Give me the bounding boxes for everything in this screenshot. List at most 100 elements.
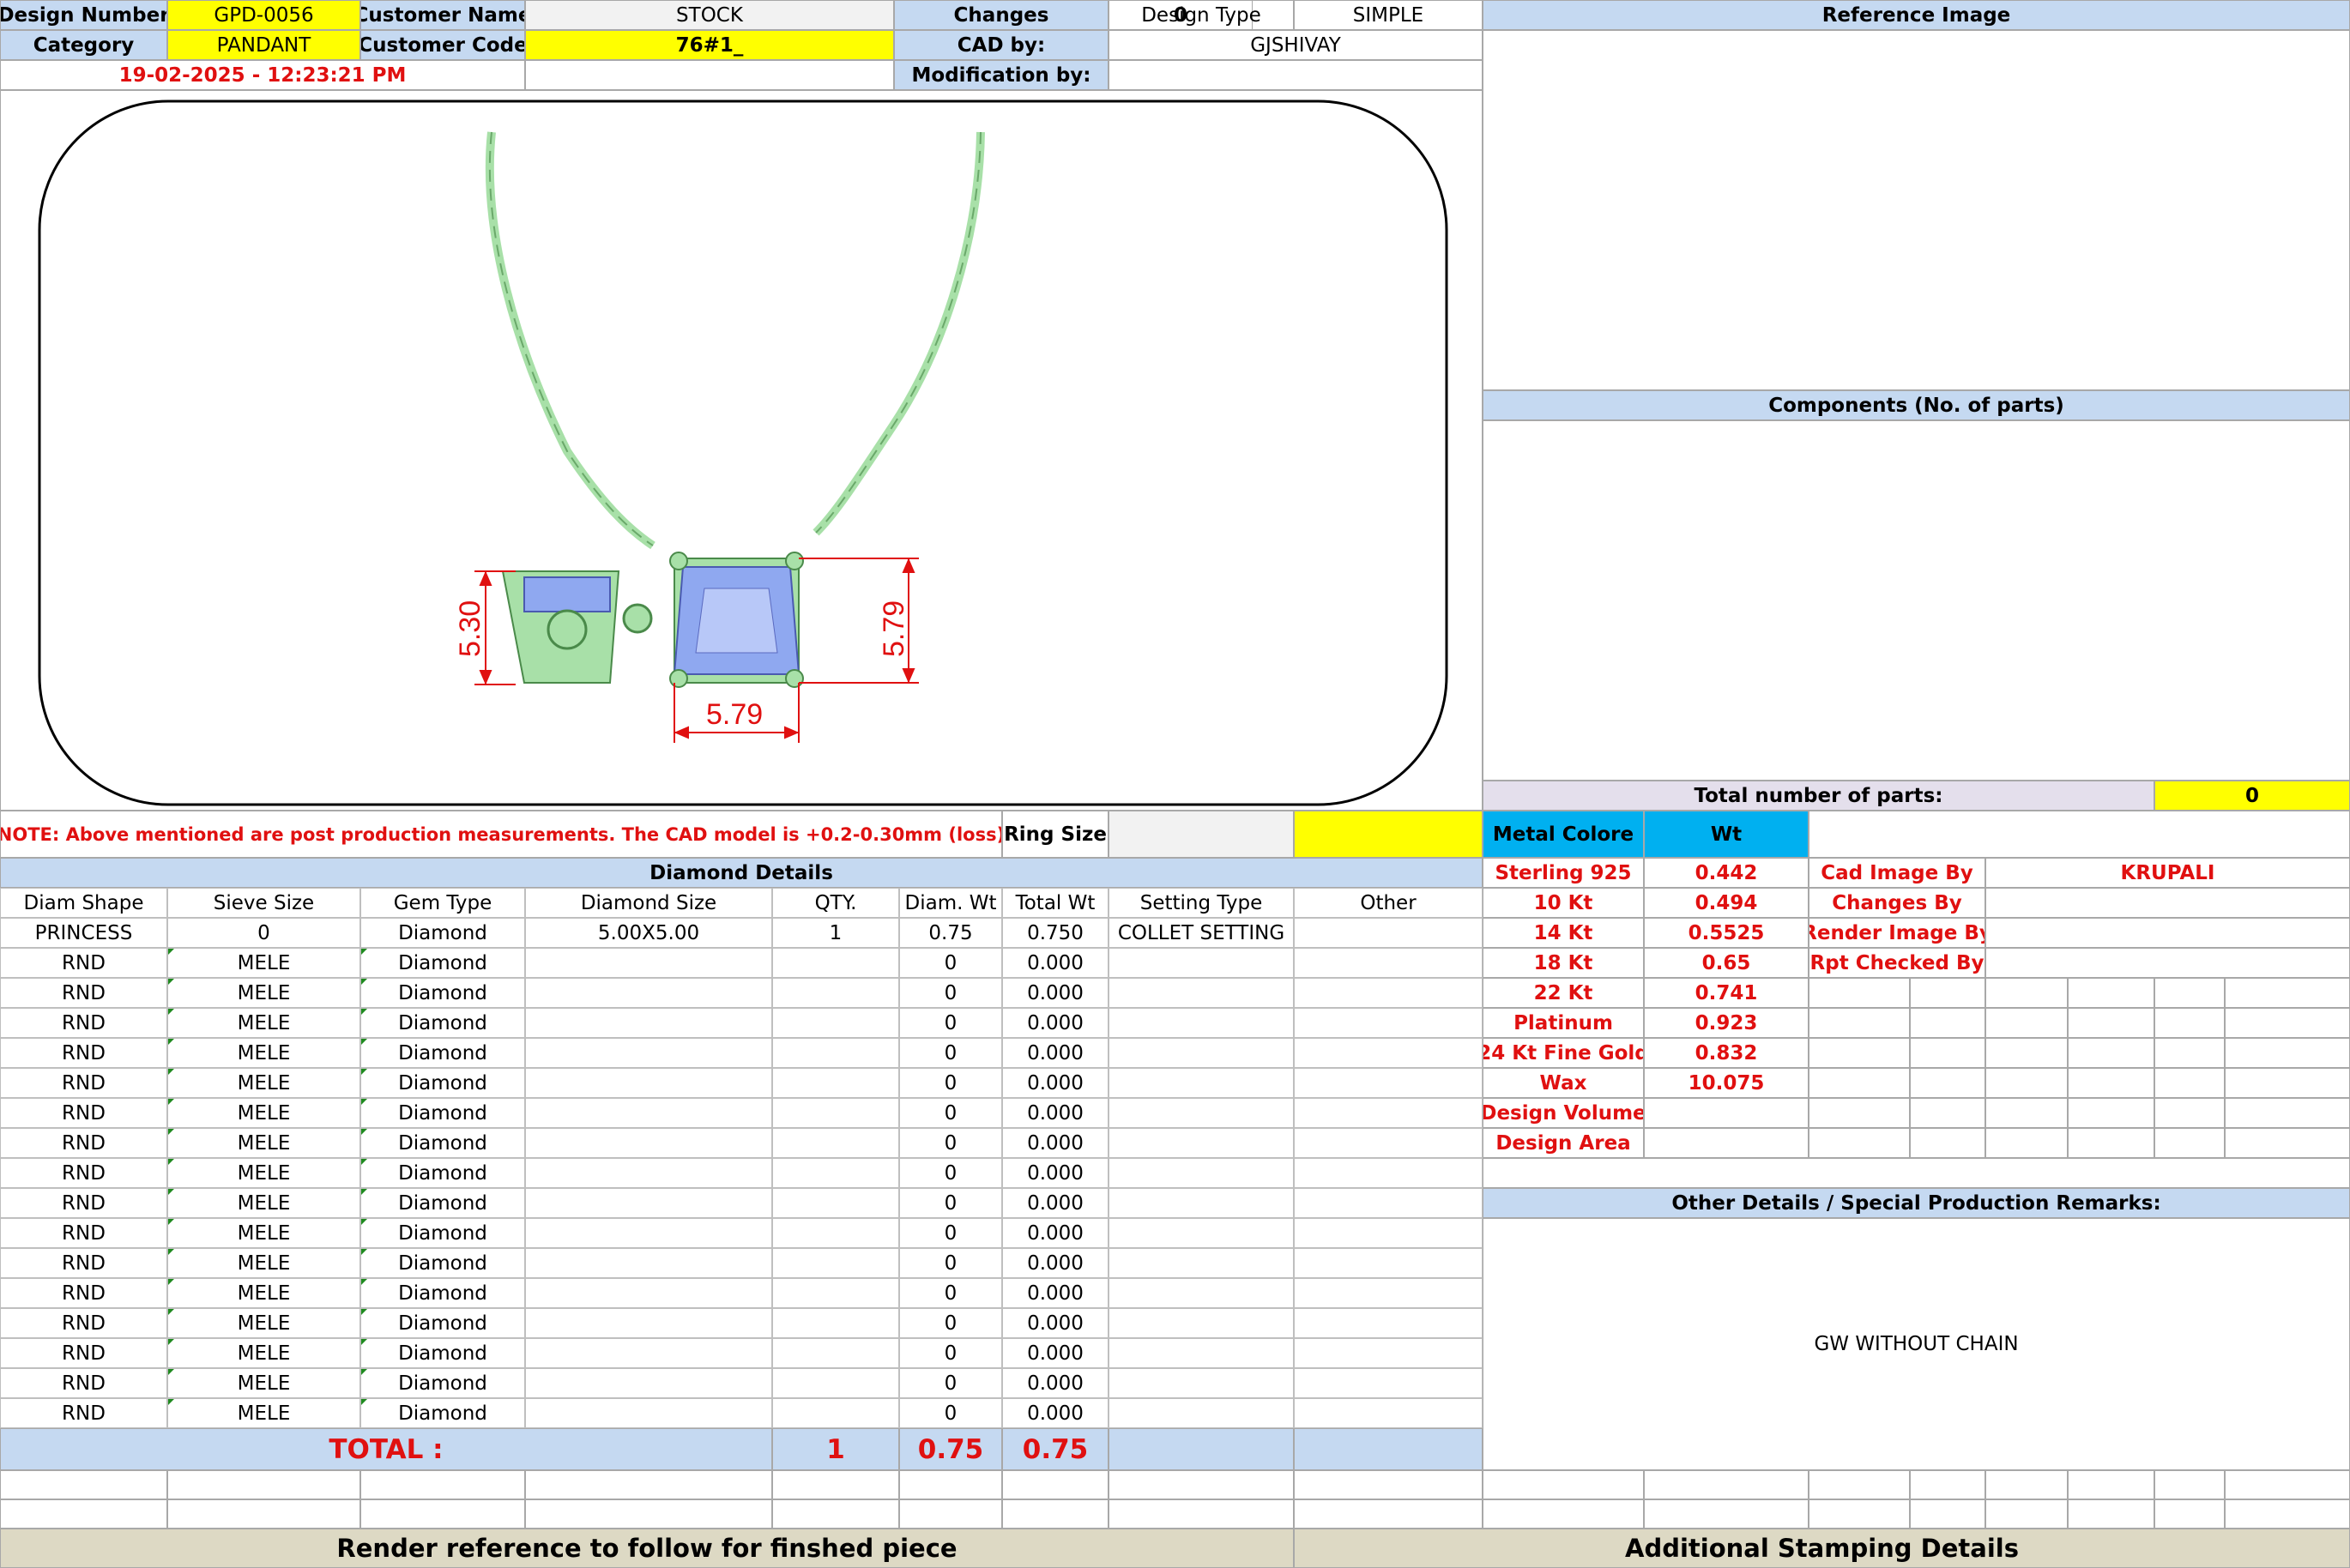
diamond-cell[interactable]: Diamond: [360, 1188, 525, 1218]
diamond-cell[interactable]: Diamond: [360, 1098, 525, 1128]
remarks-text[interactable]: GW WITHOUT CHAIN: [1483, 1218, 2350, 1470]
diamond-cell[interactable]: MELE: [167, 1368, 360, 1398]
credit-value[interactable]: [1985, 888, 2350, 918]
diamond-cell[interactable]: Diamond: [360, 1248, 525, 1278]
modification-by-value[interactable]: [1109, 60, 1483, 90]
diamond-cell[interactable]: [1109, 1248, 1294, 1278]
diamond-cell[interactable]: 0: [899, 1338, 1002, 1368]
diamond-cell[interactable]: [1109, 1398, 1294, 1428]
diamond-cell[interactable]: 0: [899, 1038, 1002, 1068]
total-parts-value[interactable]: 0: [2154, 781, 2350, 811]
diamond-cell[interactable]: PRINCESS: [0, 918, 167, 948]
diamond-cell[interactable]: [772, 1218, 899, 1248]
metal-wt[interactable]: 0.494: [1644, 888, 1809, 918]
diamond-cell[interactable]: 0.75: [899, 918, 1002, 948]
diamond-cell[interactable]: [1294, 1038, 1483, 1068]
diamond-cell[interactable]: 0.000: [1002, 1098, 1109, 1128]
diamond-cell[interactable]: 0.000: [1002, 1338, 1109, 1368]
metal-wt[interactable]: 0.741: [1644, 978, 1809, 1008]
diamond-cell[interactable]: [1109, 1008, 1294, 1038]
diamond-cell[interactable]: Diamond: [360, 1128, 525, 1158]
diamond-cell[interactable]: RND: [0, 978, 167, 1008]
metal-wt[interactable]: 10.075: [1644, 1068, 1809, 1098]
diamond-cell[interactable]: [1294, 1368, 1483, 1398]
diamond-cell[interactable]: 0.000: [1002, 1188, 1109, 1218]
diamond-cell[interactable]: [1294, 1008, 1483, 1038]
diamond-cell[interactable]: [525, 978, 772, 1008]
diamond-cell[interactable]: [772, 1038, 899, 1068]
diamond-cell[interactable]: [1294, 978, 1483, 1008]
diamond-cell[interactable]: MELE: [167, 1278, 360, 1308]
diamond-cell[interactable]: MELE: [167, 1248, 360, 1278]
diamond-cell[interactable]: MELE: [167, 1188, 360, 1218]
diamond-cell[interactable]: [772, 1398, 899, 1428]
diamond-cell[interactable]: COLLET SETTING: [1109, 918, 1294, 948]
diamond-cell[interactable]: RND: [0, 1008, 167, 1038]
diamond-cell[interactable]: [772, 1128, 899, 1158]
diamond-cell[interactable]: RND: [0, 1368, 167, 1398]
diamond-cell[interactable]: [772, 1098, 899, 1128]
diamond-cell[interactable]: MELE: [167, 1128, 360, 1158]
diamond-cell[interactable]: [1109, 1338, 1294, 1368]
diamond-cell[interactable]: RND: [0, 1038, 167, 1068]
diamond-cell[interactable]: 0: [899, 1008, 1002, 1038]
diamond-cell[interactable]: RND: [0, 1218, 167, 1248]
metal-wt[interactable]: 0.442: [1644, 858, 1809, 888]
diamond-cell[interactable]: [525, 1008, 772, 1038]
diamond-cell[interactable]: [1109, 1068, 1294, 1098]
diamond-cell[interactable]: RND: [0, 1128, 167, 1158]
diamond-cell[interactable]: [1109, 1098, 1294, 1128]
diamond-cell[interactable]: [772, 1308, 899, 1338]
diamond-cell[interactable]: [1109, 1188, 1294, 1218]
diamond-cell[interactable]: 5.00X5.00: [525, 918, 772, 948]
diamond-cell[interactable]: Diamond: [360, 1068, 525, 1098]
diamond-cell[interactable]: RND: [0, 1188, 167, 1218]
diamond-cell[interactable]: [1109, 1278, 1294, 1308]
diamond-cell[interactable]: MELE: [167, 1098, 360, 1128]
diamond-cell[interactable]: 0: [899, 1278, 1002, 1308]
diamond-cell[interactable]: 0: [899, 1308, 1002, 1338]
diamond-cell[interactable]: [525, 1188, 772, 1218]
diamond-cell[interactable]: 0: [899, 1368, 1002, 1398]
diamond-cell[interactable]: 0.000: [1002, 1158, 1109, 1188]
diamond-cell[interactable]: 0: [899, 1398, 1002, 1428]
diamond-cell[interactable]: 0.000: [1002, 1368, 1109, 1398]
diamond-cell[interactable]: RND: [0, 1158, 167, 1188]
diamond-cell[interactable]: [1109, 948, 1294, 978]
diamond-cell[interactable]: [525, 1368, 772, 1398]
credit-value[interactable]: [1985, 948, 2350, 978]
diamond-cell[interactable]: [772, 1158, 899, 1188]
diamond-cell[interactable]: 0.000: [1002, 1308, 1109, 1338]
diamond-cell[interactable]: 0.000: [1002, 1038, 1109, 1068]
diamond-cell[interactable]: RND: [0, 1338, 167, 1368]
diamond-cell[interactable]: MELE: [167, 1398, 360, 1428]
diamond-cell[interactable]: [1109, 1218, 1294, 1248]
diamond-cell[interactable]: Diamond: [360, 978, 525, 1008]
diamond-cell[interactable]: [1109, 1368, 1294, 1398]
diamond-cell[interactable]: 0: [899, 948, 1002, 978]
diamond-cell[interactable]: [772, 978, 899, 1008]
diamond-cell[interactable]: 0: [899, 1098, 1002, 1128]
metal-wt[interactable]: [1644, 1128, 1809, 1158]
diamond-cell[interactable]: [525, 1098, 772, 1128]
diamond-cell[interactable]: 0.000: [1002, 1278, 1109, 1308]
diamond-cell[interactable]: Diamond: [360, 948, 525, 978]
diamond-cell[interactable]: Diamond: [360, 918, 525, 948]
diamond-cell[interactable]: MELE: [167, 1218, 360, 1248]
diamond-cell[interactable]: [525, 1218, 772, 1248]
diamond-cell[interactable]: [1294, 1188, 1483, 1218]
diamond-cell[interactable]: Diamond: [360, 1368, 525, 1398]
diamond-cell[interactable]: MELE: [167, 1338, 360, 1368]
diamond-cell[interactable]: MELE: [167, 1308, 360, 1338]
diamond-cell[interactable]: MELE: [167, 1038, 360, 1068]
diamond-cell[interactable]: Diamond: [360, 1158, 525, 1188]
ring-size-value[interactable]: [1109, 811, 1294, 858]
diamond-cell[interactable]: [1109, 1038, 1294, 1068]
diamond-cell[interactable]: [1294, 1068, 1483, 1098]
diamond-cell[interactable]: Diamond: [360, 1218, 525, 1248]
diamond-cell[interactable]: [1294, 1308, 1483, 1338]
diamond-cell[interactable]: [1294, 1398, 1483, 1428]
design-number-value[interactable]: GPD-0056: [167, 0, 360, 30]
diamond-cell[interactable]: RND: [0, 1398, 167, 1428]
diamond-cell[interactable]: [772, 1278, 899, 1308]
